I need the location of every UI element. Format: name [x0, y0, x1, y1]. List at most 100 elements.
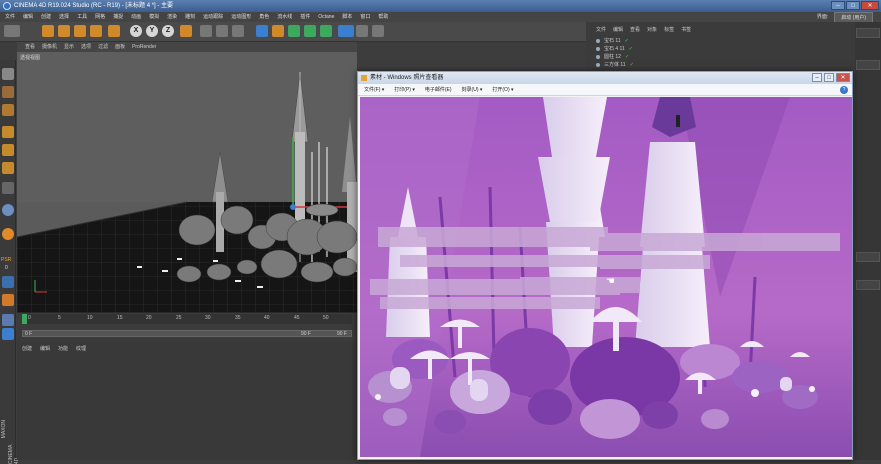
undo-icon[interactable]	[4, 25, 20, 37]
photo-menu-email[interactable]: 电子邮件(E)	[425, 84, 452, 95]
dock-tab[interactable]	[856, 280, 880, 290]
make-editable-icon[interactable]	[2, 68, 14, 80]
array-icon[interactable]	[304, 25, 316, 37]
dock-tab[interactable]	[856, 252, 880, 262]
object-menu-item[interactable]: 查看	[630, 26, 640, 33]
photo-maximize-button[interactable]: □	[824, 73, 834, 82]
pen-icon[interactable]	[272, 25, 284, 37]
bend-deformer-icon[interactable]	[320, 25, 332, 37]
live-select-icon[interactable]	[42, 25, 54, 37]
photo-menu-file[interactable]: 文件(F) ▾	[364, 84, 384, 95]
menu-item[interactable]: 角色	[259, 12, 269, 22]
viewport-menu-item[interactable]: 选项	[81, 42, 91, 52]
menu-item[interactable]: 捕捉	[113, 12, 123, 22]
object-name[interactable]: 宝石 11	[604, 37, 621, 44]
add-tool-icon[interactable]	[108, 25, 120, 37]
viewport-menu-item[interactable]: 显示	[64, 42, 74, 52]
close-button[interactable]: ✕	[861, 1, 879, 10]
settings-icon[interactable]	[2, 328, 14, 340]
max-frame-field[interactable]: 90 F	[337, 331, 347, 337]
material-menu-item[interactable]: 编辑	[40, 345, 50, 352]
lock-workplane-icon[interactable]	[2, 294, 14, 306]
object-menu-item[interactable]: 对象	[647, 26, 657, 33]
menu-item[interactable]: 模拟	[149, 12, 159, 22]
viewport-menu-item[interactable]: ProRender	[132, 42, 156, 52]
photo-menu-open[interactable]: 打开(O) ▾	[492, 84, 513, 95]
object-name[interactable]: 宝石 4 11	[604, 45, 625, 52]
render-view-icon[interactable]	[200, 25, 212, 37]
menu-item[interactable]: 创建	[41, 12, 51, 22]
points-mode-icon[interactable]	[2, 126, 14, 138]
menu-item[interactable]: 脚本	[342, 12, 352, 22]
object-row[interactable]: 圆柱 12 ✓	[596, 53, 629, 60]
photo-close-button[interactable]: ✕	[836, 73, 850, 82]
camera-icon[interactable]	[356, 25, 368, 37]
solo-icon[interactable]	[2, 228, 14, 240]
edges-mode-icon[interactable]	[2, 144, 14, 156]
object-menu-item[interactable]: 编辑	[613, 26, 623, 33]
menu-item[interactable]: 文件	[5, 12, 15, 22]
x-axis-button[interactable]: X	[130, 25, 142, 37]
menu-item[interactable]: 网格	[95, 12, 105, 22]
object-row[interactable]: 三方体 11 ✓	[596, 61, 634, 68]
object-menu-item[interactable]: 书签	[681, 26, 691, 33]
dock-tab[interactable]	[856, 60, 880, 70]
object-row[interactable]: 宝石 11 ✓	[596, 37, 629, 44]
object-row[interactable]: 宝石 4 11 ✓	[596, 45, 633, 52]
menu-item[interactable]: 渲染	[167, 12, 177, 22]
menu-item[interactable]: 窗口	[360, 12, 370, 22]
end-frame-field[interactable]: 90 F	[301, 331, 311, 337]
move-icon[interactable]	[58, 25, 70, 37]
object-name[interactable]: 三方体 11	[604, 61, 626, 68]
z-axis-button[interactable]: Z	[162, 25, 174, 37]
minimize-button[interactable]: –	[831, 1, 845, 10]
material-menu-item[interactable]: 创建	[22, 345, 32, 352]
workplane-icon[interactable]	[2, 276, 14, 288]
menu-item[interactable]: 流水线	[277, 12, 292, 22]
menu-item[interactable]: 运动跟踪	[203, 12, 223, 22]
menu-item[interactable]: 动画	[131, 12, 141, 22]
start-frame-field[interactable]: 0 F	[25, 331, 32, 337]
polygons-mode-icon[interactable]	[2, 162, 14, 174]
menu-item[interactable]: 雕刻	[185, 12, 195, 22]
menu-item[interactable]: 编辑	[23, 12, 33, 22]
menu-item[interactable]: 插件	[300, 12, 310, 22]
menu-item[interactable]: Octane	[318, 12, 334, 22]
material-menu-item[interactable]: 功能	[58, 345, 68, 352]
photo-menu-print[interactable]: 打印(P) ▾	[394, 84, 415, 95]
menu-item[interactable]: 帮助	[378, 12, 388, 22]
dock-tab[interactable]	[856, 28, 880, 38]
object-name[interactable]: 圆柱 12	[604, 53, 621, 60]
snap-icon[interactable]	[2, 204, 14, 216]
visibility-check-icon[interactable]: ✓	[625, 54, 629, 60]
photo-menu-burn[interactable]: 刻录(U) ▾	[462, 84, 483, 95]
perspective-viewport[interactable]	[17, 52, 357, 312]
model-mode-icon[interactable]	[2, 86, 14, 98]
axis-mode-icon[interactable]	[2, 182, 14, 194]
visibility-check-icon[interactable]: ✓	[630, 62, 634, 68]
object-menu-item[interactable]: 标签	[664, 26, 674, 33]
render-settings-icon[interactable]	[232, 25, 244, 37]
timeline-ruler[interactable]: 0 5 10 15 20 25 30 35 40 45 50	[22, 314, 352, 324]
y-axis-button[interactable]: Y	[146, 25, 158, 37]
subdivision-icon[interactable]	[288, 25, 300, 37]
render-picture-viewer-icon[interactable]	[216, 25, 228, 37]
visibility-check-icon[interactable]: ✓	[629, 46, 633, 52]
photo-viewer-title-bar[interactable]: 素材 - Windows 照片查看器 – □ ✕	[358, 72, 852, 84]
maximize-button[interactable]: □	[846, 1, 860, 10]
texture-mode-icon[interactable]	[2, 104, 14, 116]
object-menu-item[interactable]: 文件	[596, 26, 606, 33]
material-menu-item[interactable]: 纹理	[76, 345, 86, 352]
menu-item[interactable]: 选择	[59, 12, 69, 22]
menu-item[interactable]: 运动图形	[231, 12, 251, 22]
viewport-menu-item[interactable]: 过滤	[98, 42, 108, 52]
cube-icon[interactable]	[256, 25, 268, 37]
playhead-marker[interactable]	[22, 314, 27, 324]
menu-item[interactable]: 工具	[77, 12, 87, 22]
photo-minimize-button[interactable]: –	[812, 73, 822, 82]
visibility-check-icon[interactable]: ✓	[625, 38, 629, 44]
help-icon[interactable]: ?	[840, 86, 848, 94]
coordinate-system-icon[interactable]	[180, 25, 192, 37]
light-icon[interactable]	[372, 25, 384, 37]
timeline-range-bar[interactable]: 0 F 90 F 90 F	[22, 330, 352, 337]
